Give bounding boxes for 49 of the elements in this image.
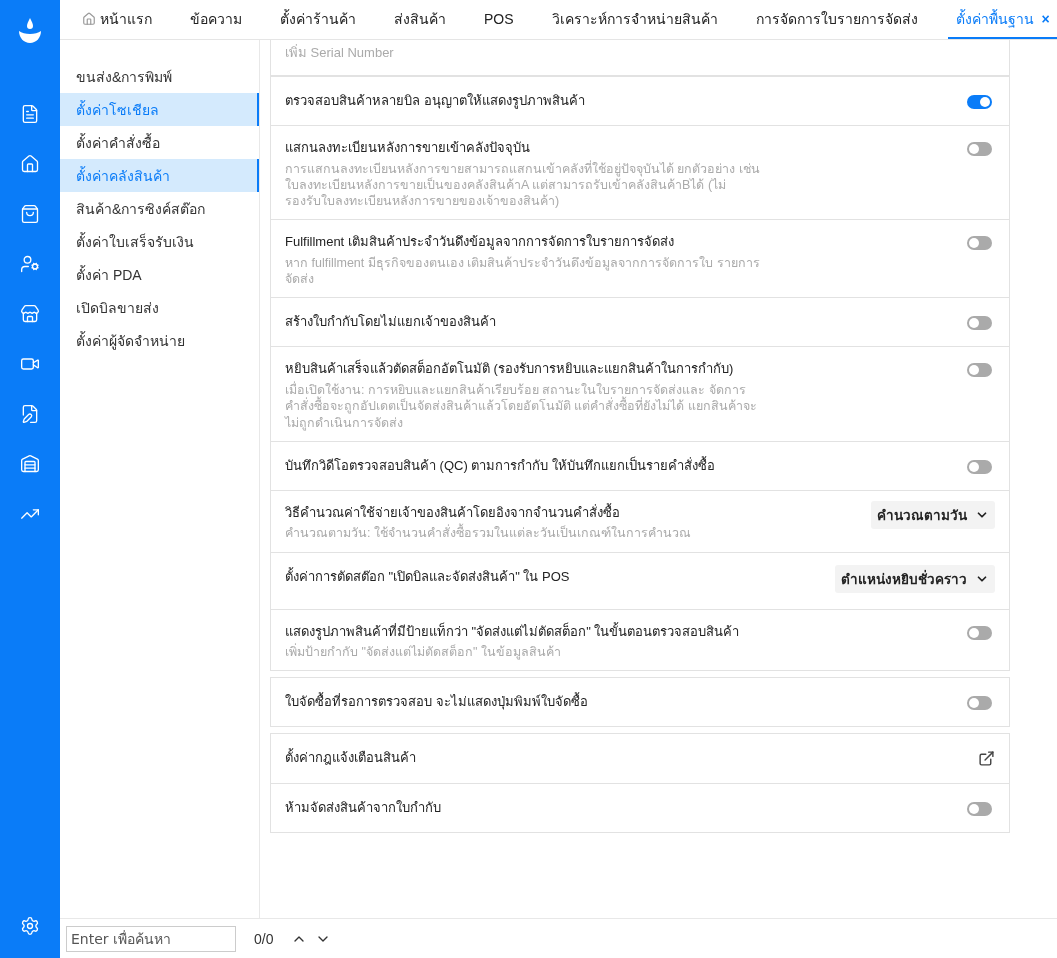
toggle-switch[interactable] (967, 95, 992, 109)
setting-title: Fulfillment เติมสินค้าประจำวันดึงข้อมูลจากการจัดการใบรายการจัดส่ง (285, 234, 675, 250)
toggle-switch[interactable] (967, 316, 992, 331)
tab[interactable]: หน้าแรก (74, 0, 160, 39)
sidebar-item[interactable]: ขนส่ง&การพิมพ์ (60, 60, 259, 93)
tab[interactable]: POS (476, 0, 522, 39)
setting-description: เพิ่ม Serial Number (271, 40, 1009, 76)
toggle-switch[interactable] (967, 802, 992, 817)
setting-title: บันทึกวิดีโอตรวจสอบสินค้า (QC) ตามการกำกับ ให้บันทึกแยกเป็นรายคำสั่งซื้อ (285, 457, 715, 474)
tab[interactable]: ข้อความ (182, 0, 250, 39)
toggle-switch[interactable] (967, 236, 992, 251)
close-icon[interactable]: × (1041, 10, 1050, 27)
sidebar-item[interactable]: สินค้า&การซิงค์สต๊อก (60, 192, 259, 225)
setting-title: ตั้งค่าการตัดสต๊อก "เปิดบิลและจัดส่งสินค้า" ใน POS (285, 568, 570, 585)
tab[interactable]: วิเคราะห์การจำหน่ายสินค้า (543, 0, 726, 39)
sidebar-item[interactable]: ตั้งค่าคำสั่งซื้อ (60, 126, 259, 159)
tab[interactable]: การจัดการใบรายการจัดส่ง (747, 0, 926, 39)
setting-description: เมื่อเปิดใช้งาน: การหยิบและแยกสินค้าเรียบร้อย สถานะในใบรายการจัดส่งและ จัดการคำสั่งซื้อจะถูกอัปเดตเป็นจัดส่งสินค้าแล้วโดยอัตโนมัติ แต่คำสั่งซื้อที่ยังไม่ได้ แยกสินค้าจะไม่ถูกดำเนินการจัดส่ง (285, 382, 758, 431)
setting-title: ตั้งค่ากฎแจ้งเตือนสินค้า (285, 750, 416, 767)
sidebar-item[interactable]: เปิดบิลขายส่ง (60, 291, 259, 324)
external-link-icon[interactable] (978, 750, 995, 768)
setting-title: หยิบสินค้าเสร็จแล้วตัดสต็อกอัตโนมัติ (รองรับการหยิบและแยกสินค้าในการกำกับ) (285, 361, 735, 378)
setting-title: สร้างใบกำกับโดยไม่แยกเจ้าของสินค้า (285, 314, 496, 331)
setting-description: คำนวณตามวัน: ใช้จำนวนคำสั่งซื้อรวมในแต่ละวันเป็นเกณฑ์ในการคำนวณ (285, 525, 691, 542)
dropdown-select[interactable]: คำนวณตามวัน (871, 500, 995, 529)
match-count: 0/0 (254, 930, 274, 947)
tab[interactable]: ตั้งค่าร้านค้า (272, 0, 364, 39)
sidebar-item[interactable]: ตั้งค่าใบเสร็จรับเงิน (60, 225, 259, 258)
toggle-switch[interactable] (967, 625, 992, 640)
toggle-switch[interactable] (967, 363, 992, 378)
setting-description: เพิ่มป้ายกำกับ "จัดส่งแต่ไม่ตัดสต็อก" ในข้อมูลสินค้า (285, 644, 562, 661)
setting-description: หาก fulfillment มีธุรกิจของตนเอง เติมสินค้าประจำวันดึงข้อมูลจากการจัดการใบ รายการจัดส่ง (285, 254, 760, 288)
toggle-switch[interactable] (967, 459, 992, 474)
toggle-switch[interactable] (967, 696, 992, 711)
tab[interactable]: ส่งสินค้า (386, 0, 454, 39)
setting-title: ห้ามจัดส่งสินค้าจากใบกำกับ (285, 800, 441, 817)
setting-title: แสกนลงทะเบียนหลังการขายเข้าคลังปัจจุบัน (285, 140, 531, 156)
setting-title: วิธีคำนวณค่าใช้จ่ายเจ้าของสินค้าโดยอิงจากจำนวนคำสั่งซื้อ (285, 504, 621, 521)
logo-icon (18, 18, 42, 44)
dropdown-select[interactable]: ตำแหน่งหยิบชั่วคราว (835, 564, 995, 593)
setting-title: ใบจัดซื้อที่รอการตรวจสอบ จะไม่แสดงปุ่มพิมพ์ใบจัดซื้อ (285, 694, 588, 711)
setting-title: แสดงรูปภาพสินค้าที่มีป้ายแท็กว่า "จัดส่งแต่ไม่ตัดสต็อก" ในขั้นตอนตรวจสอบสินค้า (285, 623, 740, 640)
toggle-switch[interactable] (967, 142, 992, 156)
sidebar-item[interactable]: ตั้งค่าผู้จัดจำหน่าย (60, 324, 259, 357)
setting-description: การแสกนลงทะเบียนหลังการขายสามารถแสกนเข้าคลังที่ใช้อยู่ปัจจุบันได้ ยกตัวอย่าง เช่น ใบลงทะเบียนหลังการขายเป็นของคลังสินค้าA แต่สามารถรับเข้าคลังสินค้าBได้ (ไม่รองรับใบลงทะเบียนหลังการขายของเจ้าของสินค้า) (285, 160, 760, 210)
setting-title: ตรวจสอบสินค้าหลายบิล อนุญาตให้แสดงรูปภาพสินค้า (285, 93, 585, 109)
home-icon (82, 11, 96, 26)
sidebar-item[interactable]: ตั้งค่า PDA (60, 258, 259, 291)
search-field[interactable]: Enter เพื่อค้นหา (66, 925, 236, 952)
